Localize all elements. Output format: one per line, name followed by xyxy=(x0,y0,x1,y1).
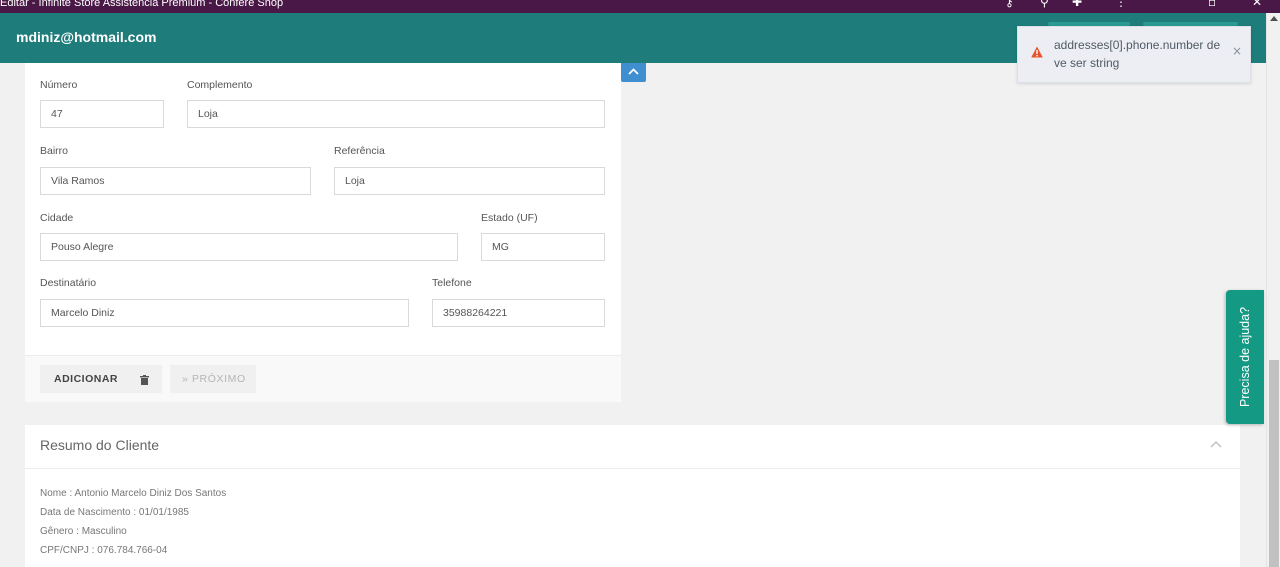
address-form: Número 47 Complemento Loja Bairro Vila R… xyxy=(25,63,621,402)
toast-close-button[interactable]: × xyxy=(1232,44,1242,58)
chevron-up-icon[interactable] xyxy=(1210,440,1222,450)
extensions-icon[interactable]: ✚ xyxy=(1072,0,1082,8)
form-actions: ADICIONAR » PRÓXIMO xyxy=(25,355,621,402)
user-email: mdiniz@hotmail.com xyxy=(16,29,157,45)
numero-label: Número xyxy=(40,79,78,91)
bairro-input[interactable]: Vila Ramos xyxy=(40,167,311,195)
destinatario-input[interactable]: Marcelo Diniz xyxy=(40,299,409,327)
estado-label: Estado (UF) xyxy=(481,212,538,224)
next-button[interactable]: » PRÓXIMO xyxy=(170,365,256,393)
key-icon[interactable]: ⚷ xyxy=(1005,0,1014,8)
add-button-label: ADICIONAR xyxy=(54,373,118,385)
scrollbar-thumb[interactable] xyxy=(1269,360,1279,567)
summary-header[interactable]: Resumo do Cliente xyxy=(25,425,1240,469)
summary-name: Nome : Antonio Marcelo Diniz Dos Santos xyxy=(40,488,227,499)
telefone-label: Telefone xyxy=(432,277,472,289)
customer-summary-panel: Resumo do Cliente Nome : Antonio Marcelo… xyxy=(25,425,1240,567)
telefone-input[interactable]: 35988264221 xyxy=(432,299,605,327)
scroll-up-arrow-icon[interactable] xyxy=(1270,16,1278,21)
toast-message: addresses[0].phone.number deve ser strin… xyxy=(1054,38,1221,70)
cidade-input[interactable]: Pouso Alegre xyxy=(40,233,458,261)
help-label: Precisa de ajuda? xyxy=(1238,306,1252,408)
add-button[interactable]: ADICIONAR xyxy=(40,365,162,393)
destinatario-label: Destinatário xyxy=(40,277,97,289)
bairro-label: Bairro xyxy=(40,145,69,157)
summary-gender: Gênero : Masculino xyxy=(40,526,127,537)
help-tab[interactable]: Precisa de ajuda? xyxy=(1226,290,1264,424)
menu-icon[interactable]: ⋮ xyxy=(1115,0,1127,8)
referencia-label: Referência xyxy=(334,145,385,157)
summary-birthdate: Data de Nascimento : 01/01/1985 xyxy=(40,507,189,518)
error-toast: addresses[0].phone.number deve ser strin… xyxy=(1017,26,1251,83)
summary-document: CPF/CNPJ : 076.784.766-04 xyxy=(40,545,168,556)
complemento-input[interactable]: Loja xyxy=(187,100,605,128)
browser-title-bar: Editar - Infinite Store Assistência Prem… xyxy=(0,0,1280,13)
summary-title: Resumo do Cliente xyxy=(40,437,160,453)
trash-icon[interactable] xyxy=(140,375,149,385)
cidade-label: Cidade xyxy=(40,212,74,224)
estado-input[interactable]: MG xyxy=(481,233,605,261)
collapse-button[interactable] xyxy=(621,63,646,82)
scrollbar[interactable] xyxy=(1266,13,1280,567)
search-icon[interactable]: ⚲ xyxy=(1040,0,1049,8)
restore-icon[interactable]: ▫ xyxy=(1208,0,1216,8)
referencia-input[interactable]: Loja xyxy=(334,167,605,195)
close-window-icon[interactable]: ✕ xyxy=(1252,0,1262,8)
complemento-label: Complemento xyxy=(187,79,253,91)
numero-input[interactable]: 47 xyxy=(40,100,164,128)
warning-icon xyxy=(1031,46,1043,58)
chevron-up-icon xyxy=(628,68,639,75)
window-title: Editar - Infinite Store Assistência Prem… xyxy=(0,0,284,9)
